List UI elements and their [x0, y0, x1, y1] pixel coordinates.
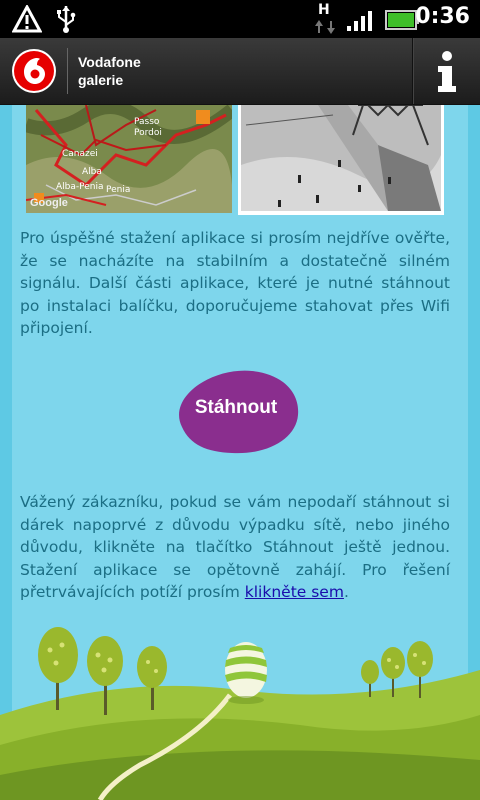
help-text: Vážený zákazníku, pokud se vám nepodaří …	[20, 493, 450, 602]
network-type-label: H	[318, 2, 330, 18]
google-logo: Google	[30, 197, 68, 209]
warning-icon	[12, 5, 42, 33]
network-activity-icon: H	[314, 2, 336, 36]
easter-landscape-illustration	[0, 627, 480, 800]
download-button[interactable]: Stáhnout	[172, 367, 300, 455]
info-icon	[438, 51, 456, 92]
app-title-line1: Vodafone	[78, 54, 141, 70]
title-divider	[67, 48, 68, 94]
map-label: Passo	[134, 117, 160, 127]
status-bar: H 0:36	[0, 0, 480, 38]
app-title-line2: galerie	[78, 72, 124, 88]
help-link[interactable]: klikněte sem	[245, 583, 344, 601]
app-title: Vodafone galerie	[78, 53, 141, 89]
map-label: Alba-Penia	[56, 182, 104, 192]
help-text-end: .	[343, 583, 349, 602]
map-label: Canazei	[62, 149, 98, 159]
download-button-label: Stáhnout	[194, 397, 278, 418]
clock: 0:36	[415, 4, 470, 29]
ski-slope-image[interactable]	[238, 105, 444, 215]
help-paragraph: Vážený zákazníku, pokud se vám nepodaří …	[20, 491, 450, 604]
content-area[interactable]: Passo Pordoi Canazei Alba Alba-Penia Pen…	[0, 105, 480, 800]
map-label: Alba	[82, 167, 102, 177]
usb-icon	[57, 6, 76, 33]
map-label: Penia	[106, 185, 131, 195]
signal-icon	[347, 11, 372, 31]
vodafone-logo	[12, 49, 56, 93]
map-label: Pordoi	[134, 128, 162, 138]
info-button[interactable]	[414, 38, 480, 104]
app-title-bar: Vodafone galerie	[0, 38, 480, 105]
info-paragraph: Pro úspěšné stažení aplikace si prosím n…	[20, 229, 450, 338]
map-image[interactable]: Passo Pordoi Canazei Alba Alba-Penia Pen…	[26, 105, 232, 213]
